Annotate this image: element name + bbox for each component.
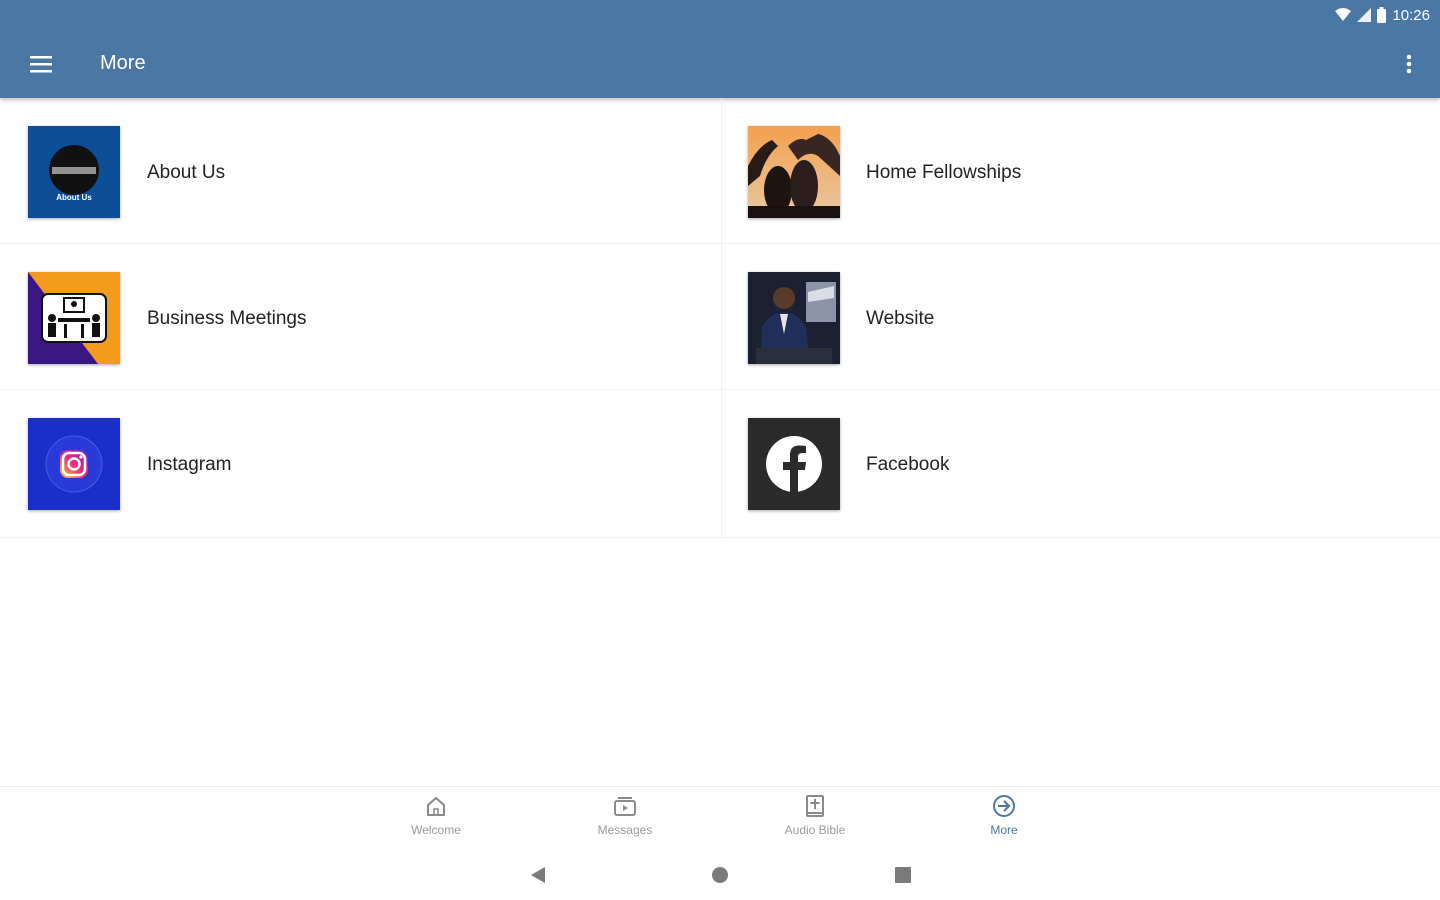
tile-label: Home Fellowships — [866, 162, 1022, 183]
tile-label: Facebook — [866, 454, 950, 475]
status-time: 10:26 — [1392, 6, 1430, 24]
battery-icon — [1377, 7, 1387, 23]
messages-icon — [612, 793, 638, 819]
instagram-logo — [28, 418, 120, 510]
business-meetings-illustration — [28, 272, 120, 364]
about-us-logo-text: About Us — [56, 193, 92, 202]
more-arrow-icon — [991, 793, 1017, 819]
nav-label: More — [990, 823, 1018, 837]
recents-icon[interactable] — [888, 862, 918, 888]
app-bar: 10:26 More — [0, 0, 1440, 98]
tile-label: Website — [866, 308, 935, 329]
more-grid: About Us About Us Home Fellowships Busin… — [0, 98, 1440, 542]
nav-welcome[interactable]: Welcome — [376, 793, 496, 847]
tile-instagram[interactable]: Instagram — [0, 390, 722, 538]
home-icon — [423, 793, 449, 819]
audio-bible-icon — [802, 793, 828, 819]
tile-label: About Us — [147, 162, 226, 183]
nav-more[interactable]: More — [944, 793, 1064, 847]
tile-website[interactable]: Website — [722, 244, 1440, 390]
about-us-logo: About Us — [28, 126, 120, 218]
status-bar: 10:26 — [1335, 5, 1430, 25]
hamburger-menu-icon[interactable] — [22, 46, 60, 82]
wifi-icon — [1335, 8, 1352, 21]
website-photo — [748, 272, 840, 364]
bottom-navigation: Welcome Messages Audio Bible More — [0, 786, 1440, 848]
nav-label: Audio Bible — [784, 823, 846, 837]
tile-label: Business Meetings — [147, 308, 307, 329]
tile-business-meetings[interactable]: Business Meetings — [0, 244, 722, 390]
facebook-logo — [748, 418, 840, 510]
tile-label: Instagram — [147, 454, 232, 475]
more-vert-icon[interactable] — [1396, 46, 1422, 82]
nav-label: Welcome — [411, 823, 461, 837]
tile-home-fellowships[interactable]: Home Fellowships — [722, 98, 1440, 244]
nav-label: Messages — [597, 823, 653, 837]
home-circle-icon[interactable] — [705, 862, 735, 888]
nav-audio-bible[interactable]: Audio Bible — [755, 793, 875, 847]
system-navigation — [0, 850, 1440, 900]
signal-icon — [1357, 8, 1372, 22]
tile-about-us[interactable]: About Us About Us — [0, 98, 722, 244]
tile-facebook[interactable]: Facebook — [722, 390, 1440, 538]
back-icon[interactable] — [523, 862, 553, 888]
nav-messages[interactable]: Messages — [565, 793, 685, 847]
page-title: More — [100, 52, 146, 74]
home-fellowships-photo — [748, 126, 840, 218]
